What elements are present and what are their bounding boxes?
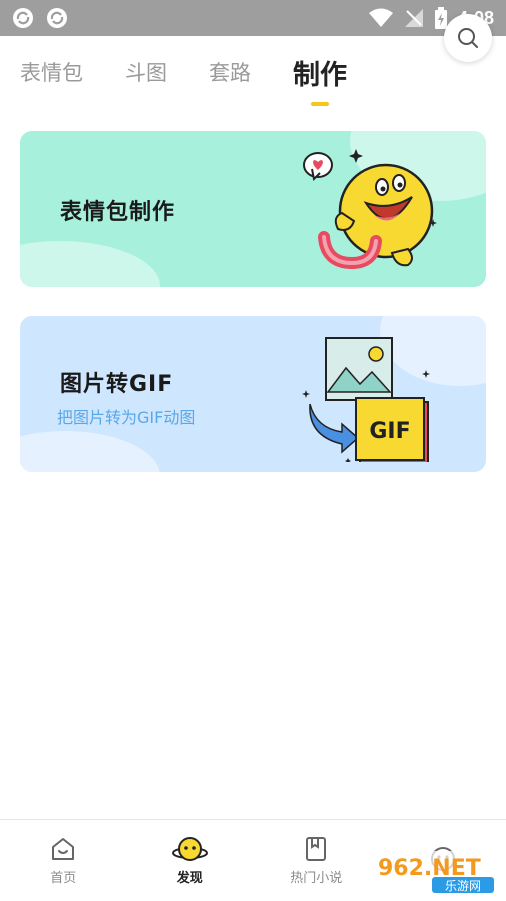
emoji-maker-card[interactable]: 表情包制作 — [20, 131, 486, 287]
card-title: 表情包制作 — [60, 200, 176, 225]
tab-battle[interactable]: 斗图 — [125, 57, 167, 87]
gif-badge: GIF — [369, 419, 410, 444]
image-to-gif-card[interactable]: 图片转GIF 把图片转为GIF动图 GIF — [20, 316, 486, 472]
card-decoration — [20, 241, 160, 287]
discover-icon — [171, 837, 208, 861]
home-icon — [52, 838, 75, 860]
search-button[interactable] — [444, 14, 492, 62]
emoji-character-illustration — [303, 149, 437, 270]
wifi-icon — [368, 8, 393, 27]
search-icon — [458, 28, 478, 48]
nav-novels[interactable]: 热门小说 — [253, 820, 380, 901]
status-bar: 4:08 — [0, 0, 506, 36]
tab-routine[interactable]: 套路 — [209, 57, 251, 87]
tab-make[interactable]: 制作 — [293, 53, 347, 92]
sync-icon — [47, 8, 67, 28]
no-signal-icon — [404, 9, 423, 27]
tab-emoji[interactable]: 表情包 — [20, 57, 83, 87]
top-tabs: 表情包 斗图 套路 制作 — [0, 36, 506, 108]
svg-text:乐游网: 乐游网 — [445, 879, 481, 893]
card-subtitle: 把图片转为GIF动图 — [57, 408, 196, 427]
book-icon — [306, 837, 327, 861]
image-to-gif-illustration: GIF — [302, 337, 430, 462]
sync-icon — [13, 8, 33, 28]
nav-label: 首页 — [50, 871, 77, 886]
nav-label: 热门小说 — [290, 871, 343, 886]
card-decoration — [20, 431, 160, 472]
nav-discover[interactable]: 发现 — [127, 820, 254, 901]
card-title: 图片转GIF — [60, 372, 174, 397]
nav-label: 发现 — [176, 871, 203, 886]
watermark-logo: 962.NET 乐游网 — [372, 851, 500, 893]
nav-home[interactable]: 首页 — [0, 820, 127, 901]
